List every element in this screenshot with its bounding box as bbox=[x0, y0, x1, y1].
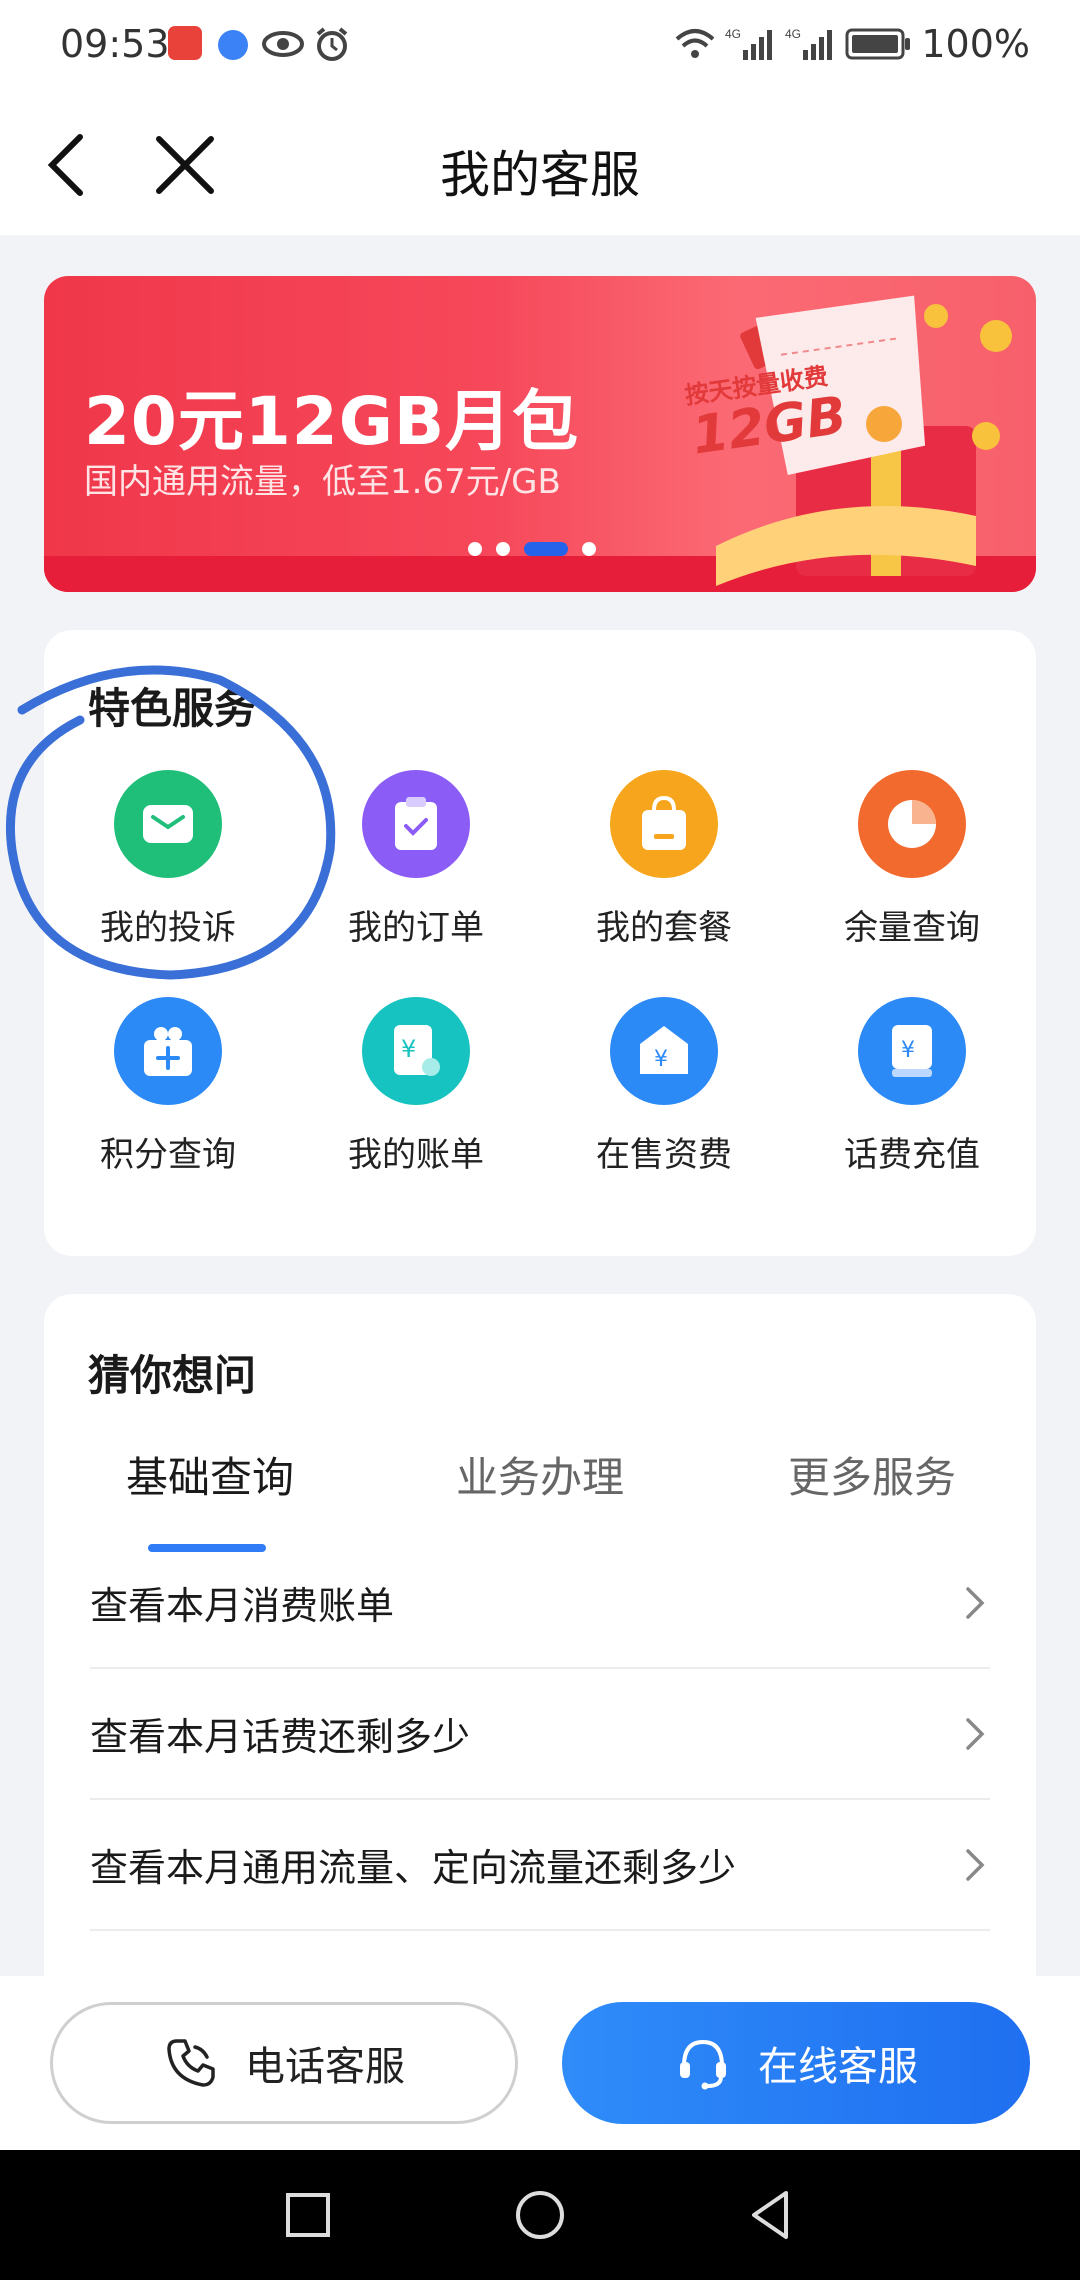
pie-chart-icon bbox=[858, 770, 966, 878]
services-grid: 我的投诉 我的订单 我的套餐 余量查询 积分查询 ¥ 我的账单 ¥ 在售资费 ¥… bbox=[44, 770, 1036, 1176]
service-balance-query[interactable]: 余量查询 bbox=[788, 770, 1036, 949]
svg-text:4G: 4G bbox=[785, 27, 801, 41]
service-label: 我的套餐 bbox=[596, 908, 732, 948]
chevron-right-icon bbox=[966, 1717, 985, 1750]
chevron-right-icon bbox=[966, 1848, 985, 1881]
tab-basic-query[interactable]: 基础查询 bbox=[126, 1444, 294, 1505]
svg-text:¥: ¥ bbox=[901, 1038, 915, 1063]
faq-tabs: 基础查询 业务办理 更多服务 bbox=[44, 1444, 1036, 1552]
bill-icon: ¥ bbox=[362, 997, 470, 1105]
banner-title: 20元12GB月包 bbox=[84, 383, 580, 460]
online-service-label: 在线客服 bbox=[758, 2044, 918, 2090]
phone-service-label: 电话客服 bbox=[245, 2044, 405, 2090]
phone-service-button[interactable]: 电话客服 bbox=[50, 2002, 518, 2124]
service-label: 在售资费 bbox=[596, 1135, 732, 1175]
faq-card: 猜你想问 基础查询 业务办理 更多服务 查看本月消费账单 查看本月话费还剩多少 … bbox=[44, 1294, 1036, 1994]
recharge-icon: ¥ bbox=[858, 997, 966, 1105]
service-label: 余量查询 bbox=[844, 908, 980, 948]
faq-item[interactable]: 查看本月通用流量、定向流量还剩多少 bbox=[90, 1800, 990, 1931]
huawei-app-icon bbox=[168, 26, 202, 60]
browser-app-icon bbox=[218, 30, 248, 60]
banner-pagination bbox=[468, 542, 596, 556]
banner-dot-active bbox=[524, 542, 568, 556]
price-tag-icon: ¥ bbox=[610, 997, 718, 1105]
status-bar: 09:53 4G 4G 100% bbox=[0, 0, 1080, 95]
signal-icon-2: 4G bbox=[785, 27, 833, 60]
promo-banner[interactable]: 20元12GB月包 国内通用流量，低至1.67元/GB 按天按量收费 12GB bbox=[44, 276, 1036, 592]
faq-item-text: 查看本月通用流量、定向流量还剩多少 bbox=[90, 1846, 737, 1890]
featured-services-card: 特色服务 我的投诉 我的订单 我的套餐 余量查询 积分查询 ¥ 我的账单 ¥ 在… bbox=[44, 630, 1036, 1256]
service-label: 我的投诉 bbox=[100, 908, 236, 948]
service-my-complaints[interactable]: 我的投诉 bbox=[44, 770, 292, 949]
gift-plus-icon bbox=[114, 997, 222, 1105]
banner-subtitle: 国内通用流量，低至1.67元/GB bbox=[84, 462, 561, 502]
tab-business[interactable]: 业务办理 bbox=[456, 1444, 624, 1505]
system-back-button[interactable] bbox=[742, 2185, 802, 2245]
svg-text:¥: ¥ bbox=[654, 1047, 668, 1072]
phone-icon bbox=[167, 2039, 215, 2087]
eye-icon bbox=[262, 31, 304, 57]
recents-button[interactable] bbox=[278, 2185, 338, 2245]
clipboard-check-icon bbox=[362, 770, 470, 878]
service-my-bill[interactable]: ¥ 我的账单 bbox=[292, 997, 540, 1176]
faq-item-text: 查看本月话费还剩多少 bbox=[90, 1715, 471, 1759]
faq-item-text: 查看本月消费账单 bbox=[90, 1584, 395, 1628]
faq-item[interactable]: 查看本月消费账单 bbox=[90, 1538, 990, 1669]
banner-dot bbox=[468, 542, 482, 556]
status-time: 09:53 bbox=[60, 22, 170, 66]
headset-icon bbox=[680, 2039, 726, 2090]
system-nav-bar bbox=[0, 2150, 1080, 2280]
home-button[interactable] bbox=[510, 2185, 570, 2245]
chevron-right-icon bbox=[966, 1586, 985, 1619]
faq-item[interactable]: 查看本月话费还剩多少 bbox=[90, 1669, 990, 1800]
svg-text:¥: ¥ bbox=[401, 1035, 416, 1063]
alarm-icon bbox=[316, 27, 348, 61]
banner-dot bbox=[496, 542, 510, 556]
status-right: 4G 4G 100% bbox=[675, 22, 1030, 66]
faq-list: 查看本月消费账单 查看本月话费还剩多少 查看本月通用流量、定向流量还剩多少 bbox=[90, 1538, 990, 1931]
banner-dot bbox=[582, 542, 596, 556]
top-nav: 我的客服 bbox=[0, 95, 1080, 235]
service-on-sale-tariffs[interactable]: ¥ 在售资费 bbox=[540, 997, 788, 1176]
bottom-action-bar: 电话客服 在线客服 bbox=[0, 1976, 1080, 2150]
service-recharge[interactable]: ¥ 话费充值 bbox=[788, 997, 1036, 1176]
mail-icon bbox=[114, 770, 222, 878]
wifi-icon bbox=[676, 29, 715, 58]
online-service-button[interactable]: 在线客服 bbox=[562, 2002, 1030, 2124]
service-my-plan[interactable]: 我的套餐 bbox=[540, 770, 788, 949]
service-label: 积分查询 bbox=[100, 1135, 236, 1175]
service-label: 话费充值 bbox=[844, 1135, 980, 1175]
faq-title: 猜你想问 bbox=[88, 1351, 257, 1400]
service-points-query[interactable]: 积分查询 bbox=[44, 997, 292, 1176]
services-title: 特色服务 bbox=[88, 684, 257, 733]
signal-icon: 4G bbox=[725, 27, 773, 60]
tab-more-services[interactable]: 更多服务 bbox=[788, 1444, 956, 1505]
page-title: 我的客服 bbox=[440, 146, 640, 204]
service-label: 我的账单 bbox=[348, 1135, 484, 1175]
battery-icon bbox=[845, 28, 911, 60]
svg-text:4G: 4G bbox=[725, 27, 741, 41]
battery-level: 100% bbox=[921, 22, 1030, 66]
service-label: 我的订单 bbox=[348, 908, 484, 948]
service-my-orders[interactable]: 我的订单 bbox=[292, 770, 540, 949]
bag-icon bbox=[610, 770, 718, 878]
